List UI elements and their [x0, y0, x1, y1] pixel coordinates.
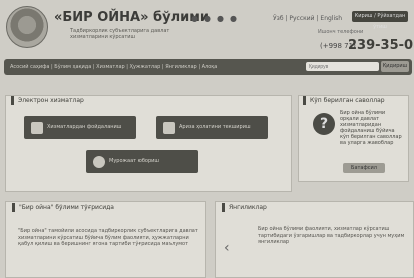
faq-more-button[interactable]: Батафсил: [343, 163, 385, 173]
search-input[interactable]: [306, 62, 379, 71]
faq-text: Бир ойна бўлими орқали давлат хизматлари…: [340, 110, 402, 146]
status-icon: [163, 122, 175, 134]
document-icon: [31, 122, 43, 134]
electronic-services-panel: [5, 95, 292, 192]
question-mark-icon: ?: [313, 113, 335, 135]
state-emblem-icon[interactable]: [6, 6, 48, 48]
social-icon[interactable]: ●: [216, 14, 225, 23]
news-text: Бир ойна бўлими фаолияти, хизматлар кўрс…: [258, 226, 405, 245]
about-text: "Бир ойна" тамойили асосида тадбиркорлик…: [18, 228, 198, 247]
site-title[interactable]: «БИР ОЙНА» бўлими: [54, 10, 209, 25]
search-button[interactable]: Қидириш: [381, 61, 409, 72]
message-icon: [93, 156, 105, 168]
social-icon[interactable]: ●: [229, 14, 238, 23]
news-title: Янгиликлар: [229, 204, 267, 211]
service-label: Ариза ҳолатини текшириш: [179, 124, 251, 130]
panel-marker: [12, 203, 15, 212]
chevron-left-icon[interactable]: ‹: [224, 240, 230, 256]
service-label: Хизматлардан фойдаланиш: [47, 124, 122, 130]
faq-title: Кўп берилган саволлар: [310, 97, 385, 104]
panel-marker: [222, 203, 225, 212]
service-label: Мурожаат юбориш: [109, 158, 159, 164]
panel-marker: [303, 96, 306, 105]
login-button[interactable]: Кириш / Рўйхатдан ўтиш: [352, 11, 408, 30]
phone-number[interactable]: 239-35-08: [348, 38, 414, 53]
social-icon[interactable]: ●: [203, 14, 212, 23]
language-switcher[interactable]: Ўзб | Русский | English: [273, 15, 342, 22]
site-tagline: Тадбиркорлик субъектларига давлат хизмат…: [70, 28, 170, 40]
social-icon[interactable]: ●: [190, 14, 199, 23]
about-title: "Бир ойна" бўлими тўғрисида: [19, 204, 114, 211]
electronic-services-title: Электрон хизматлар: [18, 97, 84, 104]
hotline-label: Ишонч телефони: [318, 29, 364, 35]
nav-menu[interactable]: Асосий саҳифа | Бўлим ҳақида | Хизматлар…: [10, 64, 217, 70]
panel-marker: [11, 96, 14, 105]
